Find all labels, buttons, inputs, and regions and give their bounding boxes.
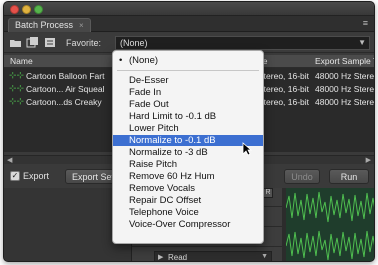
chevron-down-icon: ▼ xyxy=(358,38,366,47)
close-tab-icon[interactable]: × xyxy=(79,21,84,30)
waveform-clip[interactable] xyxy=(286,188,374,261)
record-arm-button[interactable]: R xyxy=(263,188,273,198)
waveform-icon: ⊹⊹ xyxy=(9,70,25,80)
waveform-icon: ⊹⊹ xyxy=(9,96,25,106)
panel-tab-bar: Batch Process × ≡ xyxy=(4,16,374,32)
close-window-button[interactable] xyxy=(10,5,19,14)
favorite-label: Favorite: xyxy=(66,38,102,48)
menu-item-repair-dc-offset[interactable]: Repair DC Offset xyxy=(113,195,263,206)
export-checkbox[interactable]: ✓ xyxy=(10,171,20,181)
file-type: Stereo, 16-bit xyxy=(258,71,310,81)
menu-item-lower-pitch[interactable]: Lower Pitch xyxy=(113,123,263,134)
favorite-value: (None) xyxy=(120,38,148,48)
menu-item-none[interactable]: • (None) xyxy=(113,55,263,66)
title-bar xyxy=(4,2,374,16)
waveform-graphic xyxy=(286,191,374,261)
menu-item-remove-vocals[interactable]: Remove Vocals xyxy=(113,183,263,194)
file-name: Cartoon Balloon Fart xyxy=(26,71,105,81)
panel-menu-icon[interactable]: ≡ xyxy=(363,18,368,28)
menu-item-normalize-0-1[interactable]: Normalize to -0.1 dB xyxy=(113,135,263,146)
file-format: 48000 Hz Stere xyxy=(315,71,375,81)
file-type: Stereo, 16-bit xyxy=(258,84,310,94)
menu-item-voice-over-compressor[interactable]: Voice-Over Compressor xyxy=(113,219,263,230)
menu-item-remove-hum[interactable]: Remove 60 Hz Hum xyxy=(113,171,263,182)
column-header-name[interactable]: Name xyxy=(10,56,33,66)
waveform-icon: ⊹⊹ xyxy=(9,83,25,93)
export-checkbox-label: Export xyxy=(23,171,50,181)
automation-mode-value: Read xyxy=(168,253,188,262)
menu-item-fade-out[interactable]: Fade Out xyxy=(113,99,263,110)
chevron-down-icon: ▼ xyxy=(261,253,268,260)
remove-files-icon[interactable] xyxy=(44,37,57,48)
file-name: Cartoon...ds Creaky xyxy=(26,97,102,107)
menu-item-de-esser[interactable]: De-Esser xyxy=(113,75,263,86)
mouse-pointer-icon xyxy=(242,142,253,156)
run-button[interactable]: Run xyxy=(329,169,369,184)
add-files-icon[interactable] xyxy=(26,37,39,48)
menu-item-telephone-voice[interactable]: Telephone Voice xyxy=(113,207,263,218)
open-folder-icon[interactable] xyxy=(9,37,22,48)
scroll-right-icon[interactable]: ▶ xyxy=(366,156,371,164)
minimize-window-button[interactable] xyxy=(22,5,31,14)
menu-item-label: (None) xyxy=(129,55,159,66)
menu-separator xyxy=(117,70,259,71)
zoom-window-button[interactable] xyxy=(34,5,43,14)
favorite-select[interactable]: (None) ▼ xyxy=(115,36,370,50)
menu-item-fade-in[interactable]: Fade In xyxy=(113,87,263,98)
automation-mode-select[interactable]: ▶ Read ▼ xyxy=(154,251,272,262)
file-format: 48000 Hz Stere xyxy=(315,97,375,107)
play-icon: ▶ xyxy=(158,254,164,261)
track-divider xyxy=(132,246,282,247)
tab-batch-process[interactable]: Batch Process × xyxy=(8,18,91,32)
selected-bullet-icon: • xyxy=(119,55,123,66)
file-type: Stereo, 16-bit xyxy=(258,97,310,107)
file-name: Cartoon... Air Squeal xyxy=(26,84,105,94)
menu-item-normalize-3[interactable]: Normalize to -3 dB xyxy=(113,147,263,158)
file-format: 48000 Hz Stere xyxy=(315,84,375,94)
scroll-left-icon[interactable]: ◀ xyxy=(7,156,12,164)
menu-item-raise-pitch[interactable]: Raise Pitch xyxy=(113,159,263,170)
column-header-export-sample-type[interactable]: Export Sample T xyxy=(315,56,374,66)
tab-label: Batch Process xyxy=(15,20,74,30)
menu-item-hard-limit[interactable]: Hard Limit to -0.1 dB xyxy=(113,111,263,122)
undo-button[interactable]: Undo xyxy=(284,169,320,184)
